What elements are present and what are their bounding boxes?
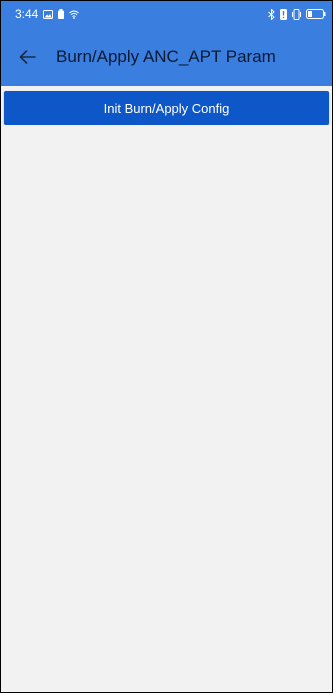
battery-saver-icon <box>58 9 65 19</box>
bluetooth-icon <box>268 8 275 20</box>
app-bar: Burn/Apply ANC_APT Param <box>1 27 332 86</box>
alert-icon <box>280 8 287 20</box>
status-bar: 3:44 <box>1 1 332 27</box>
init-burn-apply-config-button[interactable]: Init Burn/Apply Config <box>4 91 329 125</box>
page-title: Burn/Apply ANC_APT Param <box>56 46 276 66</box>
wifi-icon <box>69 10 80 19</box>
image-notification-icon <box>43 9 54 19</box>
battery-icon <box>306 9 326 19</box>
status-time: 3:44 <box>15 7 39 21</box>
content-area <box>1 125 332 692</box>
back-button[interactable] <box>1 27 53 86</box>
arrow-left-icon <box>19 49 36 64</box>
status-bar-left: 3:44 <box>15 7 80 21</box>
screen: 3:44 Burn/Apply ANC_APT Param Init Burn/… <box>0 0 333 693</box>
status-bar-right <box>268 8 326 20</box>
vibrate-icon <box>292 8 301 20</box>
